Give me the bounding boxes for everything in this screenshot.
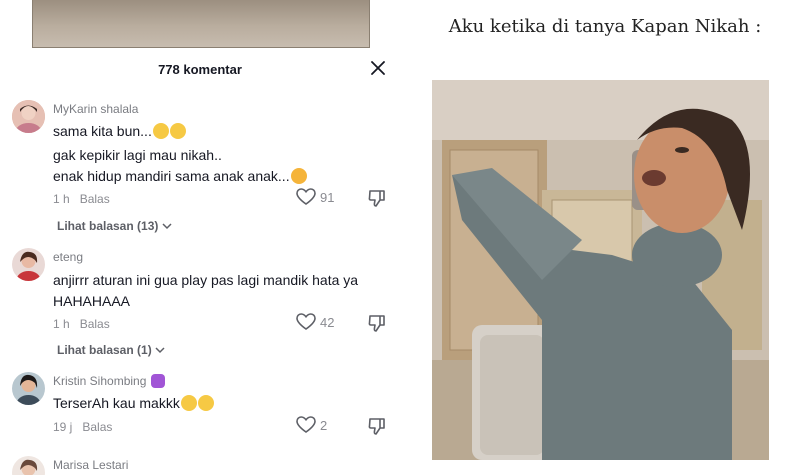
comment-item: MyKarin shalala sama kita bun... gak kep…: [0, 100, 410, 240]
comments-panel: 778 komentar MyKarin shalala sama kita b…: [0, 0, 410, 475]
like-button[interactable]: 42: [296, 313, 334, 331]
comment-text-line: gak kepikir lagi mau nikah..: [53, 147, 222, 163]
reply-button[interactable]: Balas: [82, 420, 112, 434]
comment-text-line: anjirrr aturan ini gua play pas lagi man…: [53, 272, 359, 288]
comment-text-line: enak hidup mandiri sama anak anak...: [53, 168, 307, 184]
laughing-emoji-icon: [169, 123, 186, 139]
comment-time: 1 h: [53, 192, 70, 206]
meme-panel: Aku ketika di tanya Kapan Nikah :: [410, 0, 800, 475]
heart-outline-icon: [296, 313, 316, 330]
comment-meta: 1 h Balas: [53, 317, 110, 331]
comment-text-line: TerserAh kau makkk: [53, 395, 214, 411]
laughing-emoji-icon: [180, 395, 197, 411]
view-replies-button[interactable]: Lihat balasan (13): [57, 219, 172, 233]
thumbs-down-outline-icon[interactable]: [367, 313, 387, 333]
comment-text-line: HAHAHAAA: [53, 293, 131, 309]
comment-item: eteng anjirrr aturan ini gua play pas la…: [0, 248, 410, 363]
smiling-hearts-emoji-icon: [290, 168, 307, 184]
laughing-emoji-icon: [197, 395, 214, 411]
comment-count: 778 komentar: [158, 62, 242, 77]
meme-photo: [432, 80, 769, 460]
like-count: 2: [320, 417, 328, 433]
comment-text-line: sama kita bun...: [53, 123, 186, 139]
heart-outline-icon: [296, 416, 316, 433]
like-button[interactable]: 2: [296, 416, 327, 434]
comment-item: Kristin Sihombing TerserAh kau makkk 19 …: [0, 372, 410, 442]
avatar[interactable]: [12, 372, 45, 405]
comment-username[interactable]: Kristin Sihombing: [53, 374, 165, 388]
like-count: 91: [320, 189, 335, 205]
thumbs-down-outline-icon[interactable]: [367, 416, 387, 436]
close-icon[interactable]: [368, 58, 388, 78]
avatar[interactable]: [12, 100, 45, 133]
reply-button[interactable]: Balas: [80, 317, 110, 331]
like-button[interactable]: 91: [296, 188, 334, 206]
chevron-down-icon: [162, 223, 172, 230]
like-count: 42: [320, 314, 335, 330]
meme-caption: Aku ketika di tanya Kapan Nikah :: [448, 16, 762, 37]
comment-meta: 19 j Balas: [53, 420, 112, 434]
avatar[interactable]: [12, 456, 45, 475]
chevron-down-icon: [155, 347, 165, 354]
view-replies-button[interactable]: Lihat balasan (1): [57, 343, 165, 357]
comment-item: Marisa Lestari: [0, 456, 410, 475]
reply-button[interactable]: Balas: [80, 192, 110, 206]
comment-time: 19 j: [53, 420, 73, 434]
comment-username[interactable]: Marisa Lestari: [53, 458, 128, 472]
heart-outline-icon: [296, 188, 316, 205]
avatar[interactable]: [12, 248, 45, 281]
thumbs-down-outline-icon[interactable]: [367, 188, 387, 208]
comment-username[interactable]: MyKarin shalala: [53, 102, 138, 116]
laughing-emoji-icon: [152, 123, 169, 139]
comments-header: 778 komentar: [0, 58, 410, 84]
comment-username[interactable]: eteng: [53, 250, 83, 264]
video-preview[interactable]: [32, 0, 370, 48]
comment-time: 1 h: [53, 317, 70, 331]
smiling-devil-emoji-icon: [150, 374, 165, 388]
comment-meta: 1 h Balas: [53, 192, 110, 206]
